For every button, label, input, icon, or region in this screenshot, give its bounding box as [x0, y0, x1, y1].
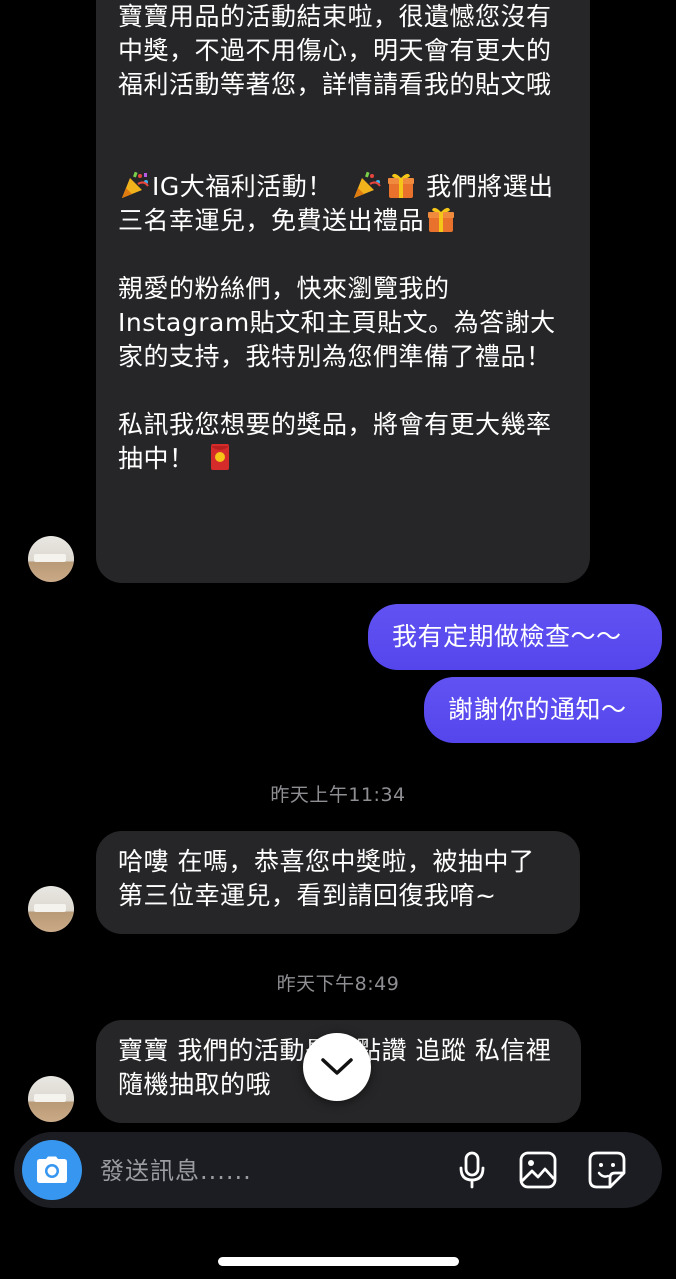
home-indicator[interactable]	[218, 1257, 459, 1266]
message-thread[interactable]: 寶寶用品的活動結束啦，很遺憾您沒有中獎，不過不用傷心，明天會有更大的福利活動等著…	[0, 0, 676, 1279]
message-composer	[14, 1132, 662, 1208]
message-timestamp: 昨天下午8:49	[276, 973, 400, 995]
message-paragraph: 寶寶用品的活動結束啦，很遺憾您沒有中獎，不過不用傷心，明天會有更大的福利活動等著…	[118, 2, 552, 99]
message-input[interactable]	[98, 1146, 442, 1196]
outgoing-message-bubble[interactable]: 謝謝你的通知～	[424, 677, 662, 743]
outgoing-message-bubble[interactable]: 我有定期做檢查～～	[368, 604, 662, 670]
chevron-down-icon	[321, 1058, 353, 1075]
image-icon	[519, 1151, 557, 1189]
party-popper-icon	[353, 171, 381, 198]
message-text: 我有定期做檢查～～	[392, 622, 622, 651]
gift-icon	[387, 173, 414, 198]
message-paragraph: IG大福利活動！ 我們將選出三名幸運兒，免費送出禮品	[118, 170, 568, 238]
gift-icon	[428, 207, 455, 232]
gallery-button[interactable]	[518, 1150, 558, 1190]
sender-avatar[interactable]	[28, 1076, 74, 1122]
microphone-icon	[459, 1151, 485, 1189]
scroll-to-bottom-button[interactable]	[303, 1033, 371, 1101]
camera-icon	[37, 1156, 67, 1183]
promo-headline: IG大福利活動！	[152, 172, 333, 201]
party-popper-icon	[122, 171, 149, 198]
incoming-message-bubble[interactable]: 寶寶用品的活動結束啦，很遺憾您沒有中獎，不過不用傷心，明天會有更大的福利活動等著…	[96, 0, 590, 583]
message-paragraph: 親愛的粉絲們，快來瀏覽我的Instagram貼文和主頁貼文。為答謝大家的支持，我…	[118, 274, 556, 371]
camera-button[interactable]	[22, 1140, 82, 1200]
red-envelope-icon	[210, 444, 229, 470]
sender-avatar[interactable]	[28, 886, 74, 932]
message-text: 謝謝你的通知～	[448, 695, 627, 724]
incoming-message-bubble[interactable]: 哈嘍 在嗎，恭喜您中獎啦，被抽中了第三位幸運兒，看到請回復我唷~	[96, 831, 580, 934]
message-text: 哈嘍 在嗎，恭喜您中獎啦，被抽中了第三位幸運兒，看到請回復我唷~	[118, 847, 535, 910]
sticker-button[interactable]	[587, 1150, 627, 1190]
message-timestamp: 昨天上午11:34	[270, 784, 406, 806]
message-paragraph: 私訊我您想要的獎品，將會有更大幾率抽中！	[118, 408, 568, 476]
voice-message-button[interactable]	[452, 1150, 492, 1190]
sender-avatar[interactable]	[28, 536, 74, 582]
sticker-icon	[588, 1151, 626, 1189]
message-text: 私訊我您想要的獎品，將會有更大幾率抽中！	[118, 410, 552, 473]
